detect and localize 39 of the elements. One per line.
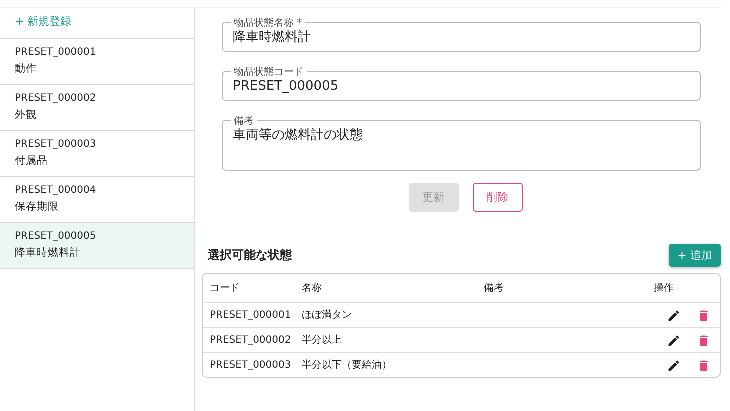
item-name: 外観 bbox=[15, 108, 38, 122]
new-entry-link[interactable]: + 新規登録 bbox=[0, 8, 194, 39]
field-label: 物品状態名称 * bbox=[231, 16, 306, 30]
edit-icon[interactable] bbox=[667, 309, 681, 323]
edit-icon[interactable] bbox=[667, 334, 681, 348]
section-title: 選択可能な状態 bbox=[208, 247, 292, 264]
item-name: 動作 bbox=[15, 62, 38, 76]
sidebar-item[interactable]: PRESET_000002 外観 bbox=[0, 85, 194, 131]
field-label: 物品状態コード bbox=[231, 65, 307, 79]
field-value: 降車時燃料計 bbox=[233, 29, 311, 46]
edit-icon[interactable] bbox=[667, 359, 681, 373]
table-cell-text: ほぼ満タン bbox=[302, 308, 353, 322]
table-cell-text: 半分以下（要給油） bbox=[302, 358, 393, 372]
delete-icon[interactable] bbox=[697, 334, 711, 348]
item-code: PRESET_000004 bbox=[15, 185, 98, 196]
table-cell-text: PRESET_000002 bbox=[210, 334, 292, 346]
field-value: PRESET_000005 bbox=[233, 78, 339, 94]
column-header: 備考 bbox=[484, 282, 505, 295]
column-header: 名称 bbox=[302, 282, 323, 295]
item-code: PRESET_000005 bbox=[15, 231, 98, 242]
column-header: 操作 bbox=[654, 282, 675, 295]
table-cell-text: PRESET_000001 bbox=[210, 310, 292, 320]
delete-icon[interactable] bbox=[697, 359, 711, 373]
item-code: PRESET_000003 bbox=[15, 139, 98, 150]
item-code: PRESET_000001 bbox=[15, 47, 98, 58]
field-label: 備考 bbox=[231, 114, 257, 128]
table-cell-text: 半分以上 bbox=[302, 334, 343, 347]
item-name: 保存期限 bbox=[15, 200, 60, 214]
column-header: コード bbox=[210, 282, 241, 295]
sidebar-item[interactable]: PRESET_000001 動作 bbox=[0, 39, 194, 85]
sidebar-item[interactable]: PRESET_000005 降車時燃料計 bbox=[0, 223, 194, 269]
sidebar-item[interactable]: PRESET_000003 付属品 bbox=[0, 131, 194, 177]
item-name: 降車時燃料計 bbox=[15, 246, 82, 260]
delete-icon[interactable] bbox=[697, 309, 711, 323]
table-cell-text: PRESET_000003 bbox=[210, 360, 292, 370]
item-code: PRESET_000002 bbox=[15, 93, 98, 104]
delete-button[interactable]: 削除 bbox=[472, 183, 522, 212]
field-value: 車両等の燃料計の状態 bbox=[233, 127, 363, 144]
item-name: 付属品 bbox=[15, 154, 49, 168]
